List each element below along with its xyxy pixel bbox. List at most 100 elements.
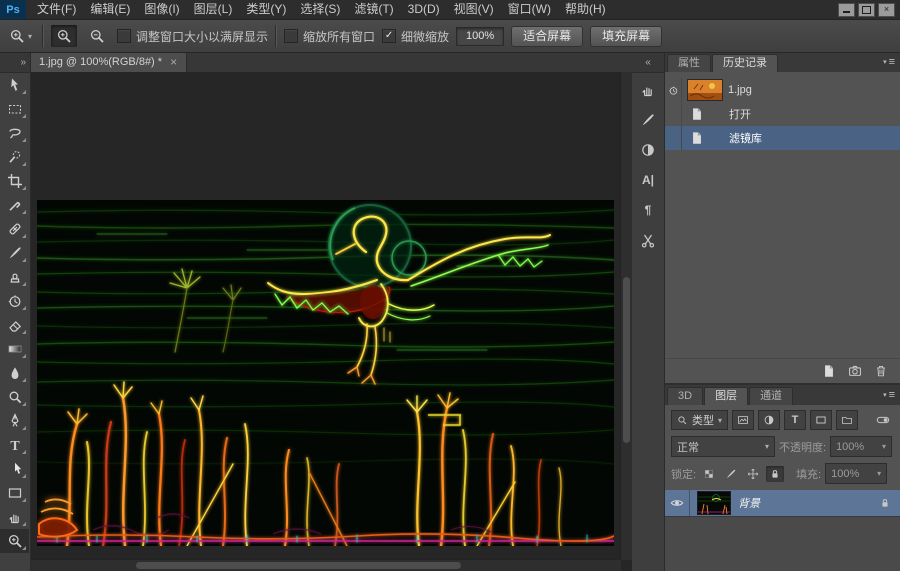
fine-zoom-checkbox[interactable]: ✓ 细微缩放 — [382, 28, 449, 45]
menu-select[interactable]: 选择(S) — [293, 0, 347, 19]
menu-type[interactable]: 类型(Y) — [239, 0, 293, 19]
layer-filter-toggle[interactable] — [872, 413, 894, 427]
filter-smart-objects-button[interactable] — [836, 410, 858, 430]
menu-3d[interactable]: 3D(D) — [401, 0, 447, 19]
tab-properties[interactable]: 属性 — [667, 54, 711, 72]
move-tool[interactable] — [0, 73, 29, 97]
marquee-tool-icon — [7, 101, 23, 117]
pathselect-tool[interactable] — [0, 457, 29, 481]
canvas-area[interactable] — [30, 72, 632, 571]
fill-dropdown[interactable]: 100%▾ — [825, 463, 887, 484]
tool-preset-picker[interactable]: ▾ — [6, 26, 35, 46]
menu-image[interactable]: 图像(I) — [137, 0, 186, 19]
blur-tool-icon — [7, 365, 23, 381]
zoom-all-windows-checkbox[interactable]: 缩放所有窗口 — [284, 28, 375, 45]
history-panel-menu-icon[interactable]: ▾≡ — [883, 57, 895, 67]
stamp-tool[interactable] — [0, 265, 29, 289]
lock-pixels-button[interactable] — [722, 466, 740, 482]
dock-adjust-button[interactable] — [635, 137, 661, 163]
opacity-dropdown[interactable]: 100%▾ — [830, 436, 892, 457]
history-brush-source-well[interactable] — [665, 102, 682, 126]
delete-state-button[interactable] — [874, 364, 888, 378]
tab-layers[interactable]: 图层 — [704, 387, 748, 405]
filter-shape-layers-button[interactable] — [810, 410, 832, 430]
gradient-tool[interactable] — [0, 337, 29, 361]
fit-screen-button[interactable]: 适合屏幕 — [511, 26, 583, 47]
checkbox-checked[interactable]: ✓ — [382, 29, 396, 43]
history-state-row-selected[interactable]: 滤镜库 — [665, 126, 900, 150]
filter-adjustment-layers-button[interactable] — [758, 410, 780, 430]
menu-filter[interactable]: 滤镜(T) — [347, 0, 400, 19]
dock-brush-button[interactable] — [635, 107, 661, 133]
filter-type-layers-button[interactable]: T — [784, 410, 806, 430]
lock-position-button[interactable] — [744, 466, 762, 482]
new-snapshot-button[interactable] — [848, 364, 862, 378]
lasso-tool[interactable] — [0, 121, 29, 145]
history-brush-source-well[interactable] — [665, 126, 682, 150]
dodge-tool[interactable] — [0, 385, 29, 409]
zoom-out-button[interactable] — [84, 25, 110, 47]
layer-name[interactable]: 背景 — [738, 495, 760, 511]
toolbar-collapse-button[interactable]: » — [0, 52, 30, 73]
zoom-tool[interactable] — [0, 529, 29, 553]
heal-tool[interactable] — [0, 217, 29, 241]
rectshape-tool[interactable] — [0, 481, 29, 505]
brush-tool[interactable] — [0, 241, 29, 265]
type-tool[interactable] — [0, 433, 29, 457]
menu-file[interactable]: 文件(F) — [30, 0, 83, 19]
new-document-from-state-button[interactable] — [822, 364, 836, 378]
quickselect-tool[interactable] — [0, 145, 29, 169]
checkbox-unchecked[interactable] — [117, 29, 131, 43]
dock-paragraph-button[interactable]: ¶ — [635, 197, 661, 223]
zoom-in-button[interactable] — [51, 25, 77, 47]
eraser-tool[interactable] — [0, 313, 29, 337]
lock-all-button[interactable] — [766, 466, 784, 482]
close-button[interactable]: × — [878, 3, 895, 17]
layer-filter-type-dropdown[interactable]: 类型 ▾ — [671, 410, 728, 430]
layer-thumbnail[interactable] — [697, 491, 731, 515]
zoom-level-input[interactable]: 100% — [456, 27, 504, 46]
dock-character-button[interactable]: A| — [635, 167, 661, 193]
marquee-tool[interactable] — [0, 97, 29, 121]
tab-3d[interactable]: 3D — [667, 387, 703, 405]
menu-window[interactable]: 窗口(W) — [501, 0, 558, 19]
blur-tool[interactable] — [0, 361, 29, 385]
tab-close-icon[interactable]: × — [170, 55, 177, 69]
vertical-scrollbar[interactable] — [620, 72, 632, 560]
checkbox-unchecked[interactable] — [284, 29, 298, 43]
hand-tool[interactable] — [0, 505, 29, 529]
eyedropper-tool[interactable] — [0, 193, 29, 217]
horizontal-scrollbar[interactable] — [30, 559, 621, 571]
dock-expand-button[interactable]: « — [632, 52, 664, 73]
layer-visibility-toggle[interactable] — [665, 490, 690, 516]
document-tab[interactable]: 1.jpg @ 100%(RGB/8#) * × — [30, 52, 187, 72]
dock-scissors-button[interactable] — [635, 227, 661, 253]
history-snapshot-row[interactable]: 1.jpg — [665, 78, 900, 102]
lock-transparency-button[interactable] — [700, 466, 718, 482]
restore-button[interactable] — [858, 3, 875, 17]
resize-windows-checkbox[interactable]: 调整窗口大小以满屏显示 — [117, 28, 268, 45]
historybrush-tool[interactable] — [0, 289, 29, 313]
zoom-tool-icon — [9, 28, 25, 44]
minimize-button[interactable] — [838, 3, 855, 17]
layers-panel-menu-icon[interactable]: ▾≡ — [883, 390, 895, 400]
crop-tool[interactable] — [0, 169, 29, 193]
pen-tool[interactable] — [0, 409, 29, 433]
fill-screen-button[interactable]: 填充屏幕 — [590, 26, 662, 47]
history-brush-source-well[interactable] — [665, 78, 682, 102]
vertical-scrollbar-thumb[interactable] — [623, 277, 630, 443]
background-layer-row[interactable]: 背景 — [665, 490, 900, 517]
image-filter-icon — [737, 414, 749, 426]
menu-view[interactable]: 视图(V) — [447, 0, 501, 19]
canvas-image[interactable] — [37, 200, 614, 546]
dock-hand-button[interactable] — [635, 77, 661, 103]
menu-help[interactable]: 帮助(H) — [558, 0, 613, 19]
menu-edit[interactable]: 编辑(E) — [83, 0, 137, 19]
filter-pixel-layers-button[interactable] — [732, 410, 754, 430]
tab-history[interactable]: 历史记录 — [712, 54, 778, 72]
blend-mode-dropdown[interactable]: 正常▾ — [671, 436, 775, 457]
menu-layer[interactable]: 图层(L) — [187, 0, 240, 19]
history-state-row[interactable]: 打开 — [665, 102, 900, 126]
horizontal-scrollbar-thumb[interactable] — [136, 562, 461, 569]
tab-channels[interactable]: 通道 — [749, 387, 793, 405]
